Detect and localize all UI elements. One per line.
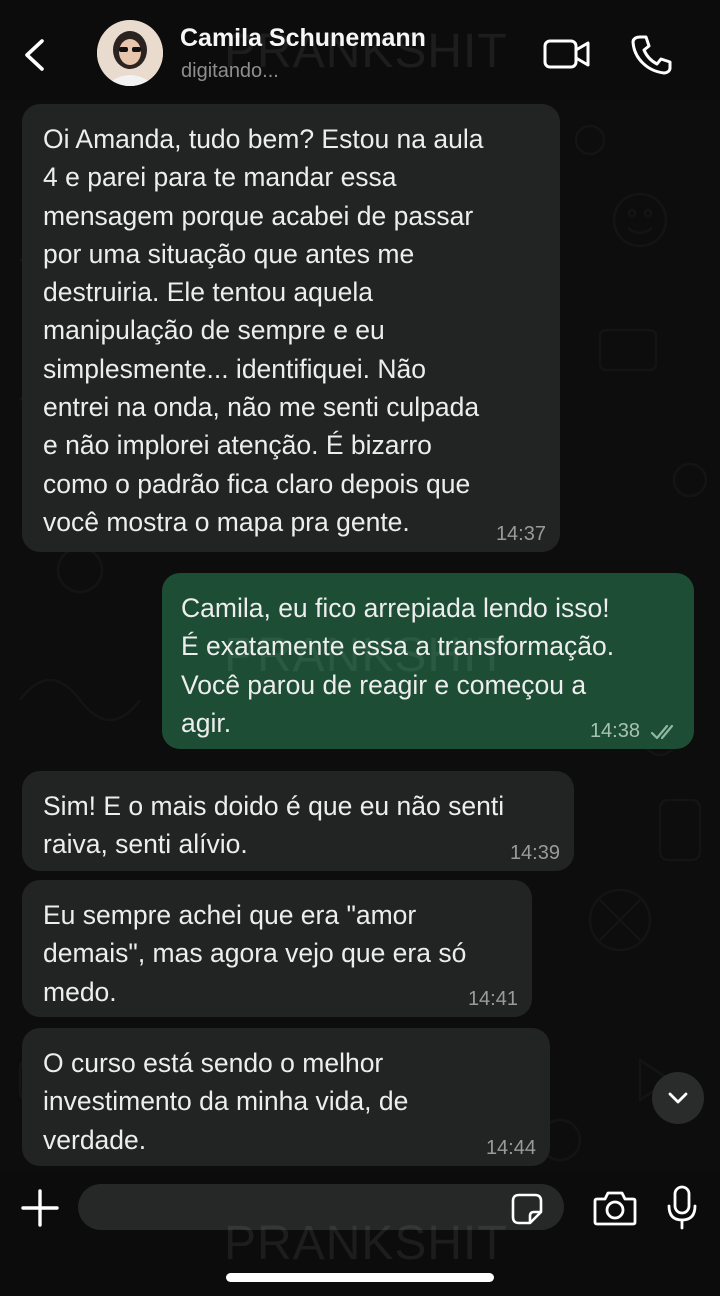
avatar-photo	[97, 20, 163, 86]
plus-icon	[21, 1189, 59, 1227]
message-time: 14:38	[589, 720, 640, 742]
typing-status: digitando...	[181, 60, 279, 82]
message-time: 14:44	[485, 1137, 536, 1159]
scroll-to-bottom-button[interactable]	[652, 1072, 704, 1124]
video-camera-icon	[543, 39, 590, 69]
attach-button[interactable]	[18, 1186, 62, 1230]
message-input[interactable]	[78, 1184, 564, 1230]
avatar[interactable]	[97, 20, 163, 86]
message-text: O curso está sendo o melhor investimento…	[43, 1048, 409, 1155]
message-text: Eu sempre achei que era "amor demais", m…	[43, 900, 467, 1007]
message-bubble-incoming[interactable]: Oi Amanda, tudo bem? Estou na aula 4 e p…	[22, 104, 560, 552]
sticker-button[interactable]	[510, 1192, 544, 1226]
microphone-icon	[667, 1185, 697, 1230]
message-time: 14:37	[495, 523, 546, 545]
sticker-icon	[511, 1193, 543, 1225]
back-button[interactable]	[14, 30, 58, 80]
camera-icon	[593, 1191, 637, 1226]
contact-name[interactable]: Camila Schunemann	[180, 24, 426, 53]
message-text: Sim! E o mais doido é que eu não senti r…	[43, 791, 505, 860]
voice-message-button[interactable]	[664, 1184, 700, 1232]
message-time: 14:41	[467, 988, 518, 1010]
chat-screen: Camila Schunemann digitando... Oi Amanda…	[0, 0, 720, 1296]
message-bubble-incoming[interactable]: Sim! E o mais doido é que eu não senti r…	[22, 771, 574, 871]
back-arrow-icon	[25, 39, 44, 71]
message-bubble-incoming[interactable]: O curso está sendo o melhor investimento…	[22, 1028, 550, 1166]
message-time: 14:39	[509, 842, 560, 864]
message-text: Oi Amanda, tudo bem? Estou na aula 4 e p…	[43, 124, 484, 537]
video-call-button[interactable]	[541, 34, 593, 74]
message-list[interactable]: Oi Amanda, tudo bem? Estou na aula 4 e p…	[0, 100, 720, 1170]
chevron-down-icon	[668, 1092, 688, 1104]
message-bubble-outgoing[interactable]: Camila, eu fico arrepiada lendo isso! É …	[162, 573, 694, 749]
home-indicator[interactable]	[226, 1273, 494, 1282]
message-bubble-incoming[interactable]: Eu sempre achei que era "amor demais", m…	[22, 880, 532, 1017]
chat-header: Camila Schunemann digitando...	[0, 0, 720, 100]
voice-call-button[interactable]	[629, 32, 673, 76]
phone-icon	[631, 35, 672, 75]
double-check-icon	[650, 724, 674, 740]
camera-button[interactable]	[592, 1188, 638, 1228]
